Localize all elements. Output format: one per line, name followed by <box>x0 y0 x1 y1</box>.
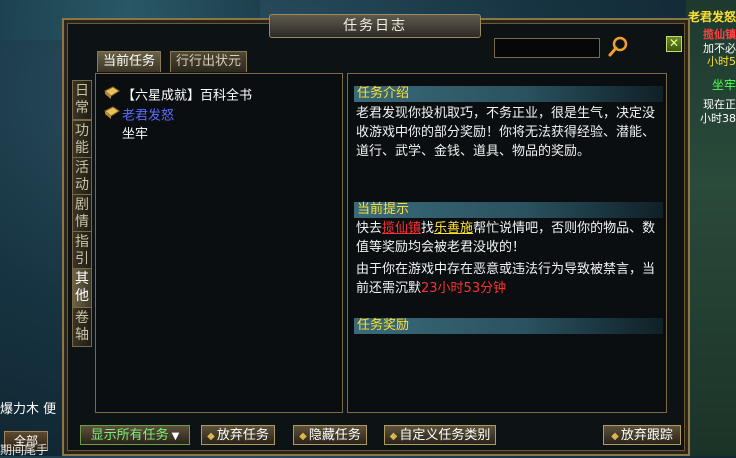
npc-link[interactable]: 乐善施 <box>434 221 473 236</box>
side-tab-daily[interactable]: 日常 <box>72 80 92 120</box>
close-button[interactable]: ✕ <box>666 36 682 52</box>
bg-tracker-title[interactable]: 坐牢 <box>712 76 736 93</box>
ban-text: 由于你在游戏中存在恶意或违法行为导致被禁言，当前还需沉默23小时53分钟 <box>356 262 656 296</box>
quest-detail-panel: 任务介绍 老君发现你投机取巧，不务正业，很是生气，决定没收游戏中你的部分奖励！你… <box>347 73 667 413</box>
quest-filter-dropdown[interactable]: 显示所有任务 ▼ <box>80 425 190 445</box>
tip-text: 快去揽仙镇找乐善施帮忙说情吧，否则你的物品、数值等奖励均会被老君没收的！ <box>356 221 656 255</box>
bg-tracker-text: 小时5 <box>707 55 736 68</box>
bg-chat-text: 期间尾手 <box>0 443 49 457</box>
button-ornament-icon: ◆ <box>207 431 215 442</box>
side-tab-guide[interactable]: 指引 <box>72 231 92 271</box>
place-link[interactable]: 揽仙镇 <box>382 221 421 236</box>
window-title: 任务日志 <box>269 14 481 38</box>
untrack-button[interactable]: ◆ 放弃跟踪 <box>603 425 681 445</box>
button-ornament-icon: ◆ <box>611 431 619 442</box>
bg-tracker-title[interactable]: 老君发怒 <box>688 8 736 25</box>
scroll-icon <box>104 86 122 106</box>
quest-label: 老君发怒 <box>122 108 175 124</box>
scroll-icon <box>104 106 122 126</box>
hide-quest-button[interactable]: ◆ 隐藏任务 <box>293 425 367 445</box>
list-item[interactable]: 坐牢 <box>104 126 148 144</box>
search-icon[interactable] <box>607 36 629 58</box>
side-tab-story[interactable]: 剧情 <box>72 194 92 234</box>
custom-category-button[interactable]: ◆ 自定义任务类别 <box>384 425 496 445</box>
ban-timer: 23小时53分钟 <box>421 281 507 296</box>
intro-text: 老君发现你投机取巧，不务正业，很是生气，决定没收游戏中你的部分奖励！你将无法获得… <box>356 106 656 159</box>
bg-chat-text: 爆力木 便 <box>0 402 57 417</box>
quest-log-window: 任务日志 ✕ 当前任务 行行出状元 日常 功能 活动 剧情 指引 其他 卷轴 【… <box>62 14 690 456</box>
button-ornament-icon: ◆ <box>299 431 307 442</box>
search-input[interactable] <box>494 38 600 58</box>
tab-career[interactable]: 行行出状元 <box>170 51 248 72</box>
side-tab-event[interactable]: 活动 <box>72 157 92 197</box>
side-tab-scroll[interactable]: 卷轴 <box>72 307 92 347</box>
tip-header: 当前提示 <box>354 202 663 218</box>
intro-header: 任务介绍 <box>354 86 663 102</box>
tab-current-quests[interactable]: 当前任务 <box>97 51 162 72</box>
list-item[interactable]: 老君发怒 <box>104 106 174 124</box>
side-tab-function[interactable]: 功能 <box>72 120 92 160</box>
list-item[interactable]: 【六星成就】百科全书 <box>104 86 252 104</box>
button-ornament-icon: ◆ <box>389 431 398 442</box>
chevron-down-icon: ▼ <box>171 431 180 442</box>
reward-header: 任务奖励 <box>354 318 663 334</box>
side-tab-other[interactable]: 其他 <box>72 268 92 308</box>
quest-label: 【六星成就】百科全书 <box>122 88 253 104</box>
abandon-quest-button[interactable]: ◆ 放弃任务 <box>201 425 275 445</box>
quest-label: 坐牢 <box>122 127 149 142</box>
bg-tracker-text: 小时38 <box>700 112 736 125</box>
